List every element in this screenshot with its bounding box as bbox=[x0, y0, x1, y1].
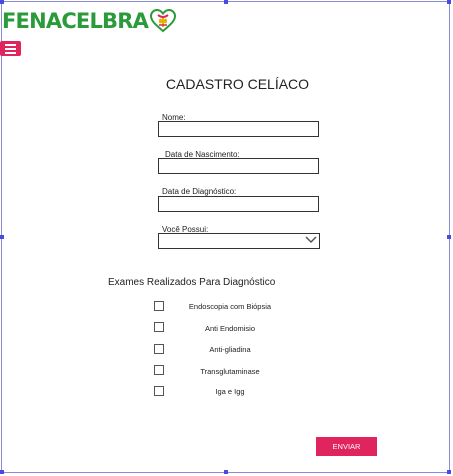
possess-selected-value bbox=[159, 240, 162, 249]
exam-label: Anti Endomisio bbox=[204, 324, 256, 333]
name-input[interactable] bbox=[158, 121, 319, 137]
exam-checkbox[interactable] bbox=[154, 344, 164, 354]
page-title: CADASTRO CELÍACO bbox=[165, 76, 310, 92]
exam-checkbox[interactable] bbox=[154, 322, 164, 332]
resize-handle[interactable] bbox=[447, 235, 451, 239]
resize-handle[interactable] bbox=[224, 0, 228, 4]
resize-handle[interactable] bbox=[447, 0, 451, 4]
resize-handle[interactable] bbox=[0, 235, 4, 239]
possess-select[interactable] bbox=[158, 233, 320, 249]
resize-handle[interactable] bbox=[0, 470, 4, 474]
submit-button[interactable]: ENVIAR bbox=[316, 437, 377, 456]
hamburger-menu-button[interactable] bbox=[0, 41, 21, 56]
menu-icon-bar bbox=[5, 43, 16, 46]
exam-checkbox[interactable] bbox=[154, 386, 164, 396]
diagnosis-date-label: Data de Diagnóstico: bbox=[162, 187, 237, 196]
heart-wheat-icon bbox=[150, 9, 177, 33]
exam-label: Transglutaminase bbox=[200, 367, 260, 376]
exam-checkbox[interactable] bbox=[154, 301, 164, 311]
exam-label: Endoscopia com Biópsia bbox=[188, 302, 272, 311]
chevron-down-icon bbox=[305, 236, 317, 244]
diagnosis-date-input[interactable] bbox=[158, 196, 319, 212]
exam-label: Anti-gliadina bbox=[209, 345, 251, 354]
resize-handle[interactable] bbox=[224, 470, 228, 474]
resize-handle[interactable] bbox=[447, 470, 451, 474]
exam-checkbox[interactable] bbox=[154, 365, 164, 375]
logo-text: FENACELBRA bbox=[2, 9, 149, 33]
exams-section-title: Exames Realizados Para Diagnóstico bbox=[108, 277, 276, 288]
menu-icon-bar bbox=[5, 51, 16, 54]
exam-label: Iga e Igg bbox=[215, 387, 245, 396]
logo: FENACELBRA bbox=[2, 6, 177, 36]
birth-date-input[interactable] bbox=[158, 158, 319, 174]
resize-handle[interactable] bbox=[0, 0, 4, 4]
menu-icon-bar bbox=[5, 47, 16, 50]
